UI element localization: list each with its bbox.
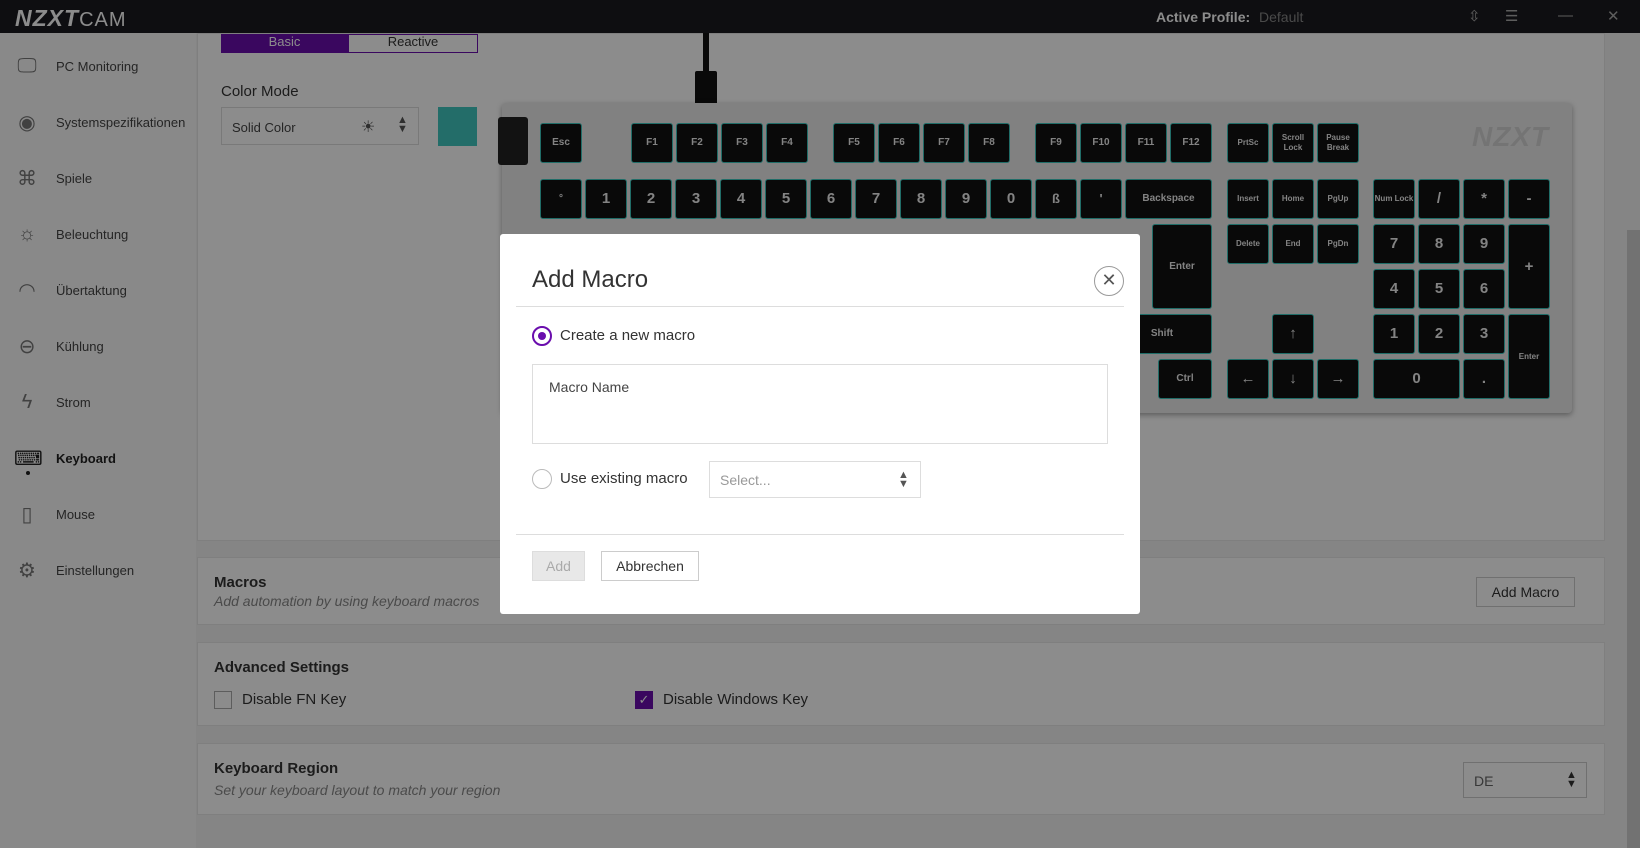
close-icon: ✕ [1101,270,1117,290]
create-new-macro-radio[interactable] [532,326,552,346]
select-arrows-icon: ▲ ▼ [898,469,909,490]
add-macro-dialog: Add Macro ✕ Create a new macro Macro Nam… [500,234,1140,614]
macro-name-input[interactable]: Macro Name [532,364,1108,444]
existing-macro-placeholder: Select... [720,472,771,488]
dialog-footer-divider [516,534,1124,535]
add-button[interactable]: Add [532,551,585,581]
dialog-header-divider [516,306,1124,307]
macro-name-placeholder: Macro Name [549,379,630,395]
cancel-button[interactable]: Abbrechen [601,551,699,581]
create-new-macro-label: Create a new macro [560,327,696,344]
use-existing-macro-radio[interactable] [532,469,552,489]
use-existing-macro-label: Use existing macro [560,470,688,487]
dialog-close-button[interactable]: ✕ [1094,266,1124,296]
existing-macro-select[interactable]: Select... ▲ ▼ [709,461,921,498]
dialog-title: Add Macro [532,266,649,293]
